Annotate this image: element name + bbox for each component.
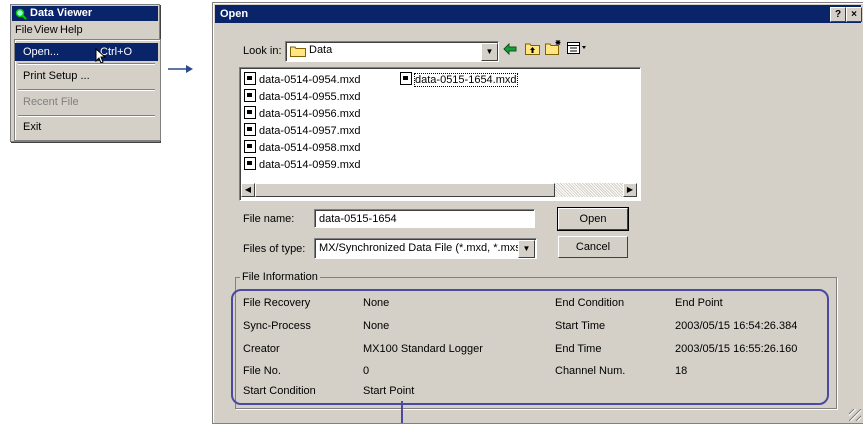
look-in-combo[interactable]: Data ▼	[285, 41, 499, 62]
folder-icon	[290, 46, 306, 57]
file-information-title: File Information	[240, 271, 320, 283]
resize-grip-icon[interactable]	[849, 409, 861, 421]
up-folder-icon[interactable]	[525, 42, 540, 55]
back-arrow-icon[interactable]	[503, 43, 517, 55]
view-menu-icon[interactable]	[567, 42, 587, 54]
info-label: End Time	[555, 343, 602, 355]
menu-help[interactable]: Help	[60, 24, 83, 36]
menubar: File View Help	[12, 22, 158, 38]
menu-view[interactable]: View	[34, 24, 58, 36]
horizontal-scrollbar[interactable]: ◀ ▶	[241, 183, 637, 197]
close-button[interactable]: ×	[846, 7, 862, 22]
info-value: MX100 Standard Logger	[363, 343, 483, 355]
info-value: None	[363, 320, 390, 332]
info-value: 2003/05/15 16:54:26.384	[675, 320, 798, 332]
menu-separator	[18, 89, 155, 91]
document-icon	[244, 157, 256, 170]
file-menu-dropdown: Open... Ctrl+O Print Setup ... Recent Fi…	[14, 39, 161, 141]
scroll-thumb[interactable]	[255, 183, 555, 197]
list-item[interactable]: data-0514-0957.mxd	[244, 123, 361, 138]
new-folder-icon[interactable]	[545, 40, 562, 55]
file-name-label: File name:	[243, 213, 295, 225]
data-viewer-titlebar: Data Viewer	[12, 6, 158, 21]
look-in-value: Data	[309, 44, 333, 56]
list-item[interactable]: data-0514-0955.mxd	[244, 89, 361, 104]
dialog-title: Open	[220, 8, 249, 20]
document-icon	[244, 72, 256, 85]
app-magnifier-icon	[15, 8, 27, 20]
chevron-down-icon[interactable]: ▼	[481, 43, 498, 61]
look-in-label: Look in:	[243, 45, 282, 57]
document-icon	[244, 123, 256, 136]
info-value: End Point	[675, 297, 723, 309]
open-dialog: Open ? × Look in: Data ▼ data-0514-0954.…	[212, 2, 863, 424]
info-value: Start Point	[363, 385, 415, 397]
menu-item-print-setup[interactable]: Print Setup ...	[15, 67, 158, 85]
info-label: Start Time	[555, 320, 606, 332]
menu-separator	[18, 115, 155, 117]
files-of-type-label: Files of type:	[243, 243, 306, 255]
scroll-left-icon[interactable]: ◀	[241, 183, 255, 197]
files-of-type-combo[interactable]: MX/Synchronized Data File (*.mxd, *.mxs)…	[314, 238, 537, 259]
cancel-button[interactable]: Cancel	[558, 236, 628, 258]
list-item[interactable]: data-0514-0959.mxd	[244, 157, 361, 172]
document-icon	[244, 106, 256, 119]
info-label: Creator	[243, 343, 280, 355]
info-value: 2003/05/15 16:55:26.160	[675, 343, 798, 355]
menu-item-open[interactable]: Open... Ctrl+O	[15, 43, 158, 61]
dialog-titlebar: Open ? ×	[215, 5, 862, 23]
menu-item-exit[interactable]: Exit	[15, 118, 158, 136]
document-icon	[244, 89, 256, 102]
list-item[interactable]: data-0514-0956.mxd	[244, 106, 361, 121]
info-label: End Condition	[555, 297, 625, 309]
list-item-selected[interactable]: data-0515-1654.mxd	[400, 72, 518, 87]
info-value: 0	[363, 365, 370, 377]
info-value: None	[363, 297, 390, 309]
file-name-input[interactable]: data-0515-1654	[314, 209, 535, 228]
list-item[interactable]: data-0514-0958.mxd	[244, 140, 361, 155]
info-label: Sync-Process	[243, 320, 311, 332]
info-value: 18	[675, 365, 688, 377]
scroll-right-icon[interactable]: ▶	[623, 183, 637, 197]
menu-item-recent-file: Recent File	[23, 96, 79, 108]
info-label: Channel Num.	[555, 365, 626, 377]
menu-file[interactable]: File	[15, 24, 33, 36]
info-label: File Recovery	[243, 297, 311, 309]
document-icon	[244, 140, 256, 153]
open-button[interactable]: Open	[557, 207, 629, 231]
file-list[interactable]: data-0514-0954.mxd data-0514-0955.mxd da…	[239, 67, 641, 201]
app-title: Data Viewer	[30, 7, 93, 19]
files-of-type-value: MX/Synchronized Data File (*.mxd, *.mxs)	[319, 242, 525, 254]
callout-line	[401, 401, 403, 423]
list-item[interactable]: data-0514-0954.mxd	[244, 72, 361, 87]
chevron-down-icon[interactable]: ▼	[518, 240, 535, 258]
arrow-right-icon	[168, 65, 193, 73]
info-label: File No.	[243, 365, 281, 377]
info-label: Start Condition	[243, 385, 316, 397]
help-button[interactable]: ?	[830, 7, 846, 22]
menu-separator	[18, 63, 155, 65]
document-icon	[400, 72, 412, 85]
